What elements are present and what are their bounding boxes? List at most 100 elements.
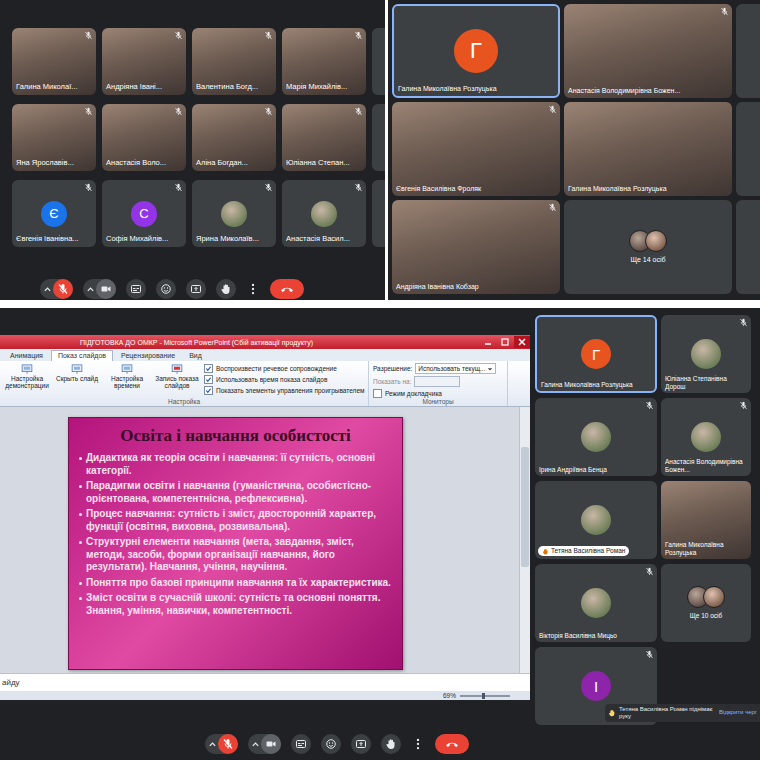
camera-button[interactable] [96,279,116,299]
more-options-button[interactable] [246,280,260,298]
participant-tile[interactable]: Ще 10 осіб [661,564,751,642]
participant-tile[interactable]: Яна Ярославів... [12,104,96,171]
participant-tile[interactable]: Галина Миколаї... [12,28,96,95]
slide-bullet: Структурні елементи навчання (мета, завд… [79,536,392,574]
participant-name: Галина Миколаї... [16,83,85,92]
participant-tile[interactable] [372,104,385,171]
checkbox[interactable] [204,375,213,384]
captions-button[interactable] [126,279,146,299]
resolution-select[interactable]: Использовать текущ... [415,363,496,374]
mic-button[interactable] [218,734,238,754]
more-options-button[interactable] [411,735,425,753]
participant-name: Юліанна Степан... [286,159,355,168]
ribbon-tab[interactable]: Анимация [4,351,49,361]
participant-tile[interactable]: Г Галина Миколаївна Розлуцька [392,4,560,98]
zoom-slider[interactable] [460,695,510,697]
option-checkbox[interactable]: Показать элементы управления проигрывате… [204,386,364,395]
participant-name: Ще 14 осіб [630,256,665,264]
participant-tile[interactable]: Євгенія Василівна Фроляк [392,102,560,196]
ribbon-tab[interactable]: Вид [183,351,208,361]
participant-tile[interactable]: Ірина Андріївна Бенца [535,398,657,476]
restore-icon[interactable] [497,336,513,348]
participant-name: Андріяна Іванівна Кобзар [396,283,549,291]
camera-button[interactable] [261,734,281,754]
mic-control[interactable] [40,279,73,299]
participant-name: Ще 10 осіб [690,612,723,619]
presenter-view-checkbox[interactable]: Режим докладчика [373,389,503,398]
reactions-button[interactable] [321,734,341,754]
participant-tile[interactable]: Юліанна Степан... [282,104,366,171]
present-screen-icon [355,738,367,750]
present-button[interactable] [351,734,371,754]
ribbon-button[interactable]: Запись показа слайдов [154,363,200,397]
option-checkbox[interactable]: Использовать время показа слайдов [204,375,364,384]
checkmark-icon [205,365,212,372]
muted-indicator [548,203,557,212]
participant-tile[interactable] [736,200,760,294]
slide-bullet: Процес навчання: сутність і зміст, двост… [79,508,392,533]
participant-tile[interactable]: Марія Михайлів... [282,28,366,95]
participant-tile[interactable]: Анастасія Володимирівна Божен... [564,4,732,98]
participant-tile[interactable]: Галина Миколаївна Розлуцька [564,102,732,196]
participant-grid: Г Галина Миколаївна Розлуцька Анастасія … [388,0,760,294]
reactions-button[interactable] [156,279,176,299]
participant-tile[interactable]: Анастасія Васил... [282,180,366,247]
checkbox[interactable] [373,389,382,398]
more-vert-icon [246,280,260,298]
mic-control[interactable] [205,734,238,754]
camera-control[interactable] [83,279,116,299]
participant-tile[interactable]: Юліанна Степанівна Дорош [661,315,751,393]
ribbon-tab[interactable]: Показ слайдов [51,350,113,361]
mic-button[interactable] [53,279,73,299]
participant-tile[interactable] [372,180,385,247]
participant-tile[interactable]: Андріяна Іванівна Кобзар [392,200,560,294]
window-title: ПІДГОТОВКА ДО ОМКР - Microsoft PowerPoin… [80,339,313,346]
participant-tile[interactable] [372,28,385,95]
participant-tile[interactable] [736,102,760,196]
camera-control[interactable] [248,734,281,754]
checkbox[interactable] [204,386,213,395]
participant-tile[interactable]: Ярина Миколаїв... [192,180,276,247]
leave-call-button[interactable] [435,734,469,754]
profile-photo [703,586,725,608]
participant-grid: Г Галина Миколаївна Розлуцька Юліанна Ст… [535,315,760,725]
avatar-initial: Г [581,339,611,369]
participant-tile[interactable]: Андріяна Івані... [102,28,186,95]
participant-tile[interactable]: Вікторія Василівна Мицьо [535,564,657,642]
checkbox[interactable] [204,364,213,373]
mic-off-icon [354,183,363,192]
close-icon[interactable] [514,336,530,348]
participant-tile[interactable]: Валентина Богд... [192,28,276,95]
participant-tile[interactable]: Тетяна Василівна Роман [535,481,657,559]
ribbon-button[interactable]: Скрыть слайд [54,363,100,397]
participant-tile[interactable]: Аліна Богдан... [192,104,276,171]
participant-tile[interactable]: Ще 14 осіб [564,200,732,294]
option-checkbox[interactable]: Воспроизвести речевое сопровождение [204,364,364,373]
participant-tile[interactable]: Анастасія Воло... [102,104,186,171]
participant-name: Галина Миколаївна Розлуцька [541,381,651,388]
captions-button[interactable] [291,734,311,754]
raise-hand-button[interactable] [381,734,401,754]
scroll-thumb[interactable] [521,447,529,567]
muted-indicator [739,401,748,410]
muted-indicator [645,567,654,576]
zoom-knob[interactable] [482,693,485,699]
notes-pane[interactable]: айду [0,673,530,691]
participant-tile[interactable]: Галина Миколаївна Розлуцька [661,481,751,559]
minimize-icon[interactable] [480,336,496,348]
participant-tile[interactable]: С Софія Михайлів... [102,180,186,247]
raise-hand-button[interactable] [216,279,236,299]
leave-call-button[interactable] [270,279,304,299]
ribbon-button[interactable]: Настройка времени [104,363,150,397]
captions-icon [295,738,307,750]
participant-tile[interactable]: Є Євгенія Іванівна... [12,180,96,247]
ribbon-tab[interactable]: Рецензирование [115,351,181,361]
present-button[interactable] [186,279,206,299]
participant-tile[interactable]: Анастасія Володимирівна Божен... [661,398,751,476]
ribbon-button[interactable]: Настройка демонстрации [4,363,50,397]
vertical-scrollbar[interactable] [519,407,530,673]
open-queue-link[interactable]: Відкрити черг [719,709,757,716]
participant-tile[interactable] [736,4,760,98]
participant-tile[interactable]: Г Галина Миколаївна Розлуцька [535,315,657,393]
avatar-initial: Г [454,29,498,73]
